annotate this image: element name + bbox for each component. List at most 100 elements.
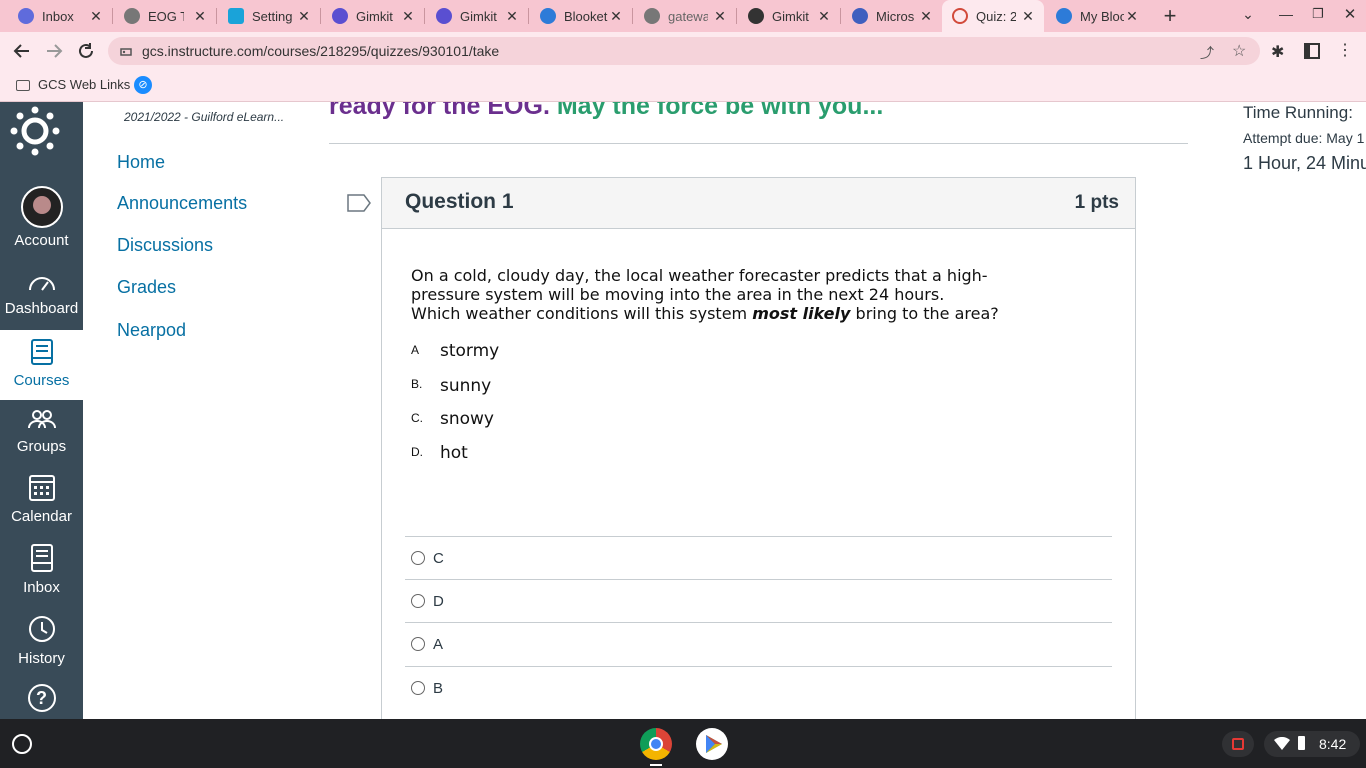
bookmark-star-icon[interactable]: ☆ bbox=[1232, 41, 1248, 60]
choice-letter: B. bbox=[411, 377, 423, 391]
system-tray[interactable]: 8:42 bbox=[1264, 731, 1360, 757]
banner-text-purple: ready for the EOG. bbox=[329, 102, 550, 120]
close-tab-icon[interactable]: ✕ bbox=[816, 8, 832, 24]
chrome-icon[interactable] bbox=[640, 728, 672, 760]
close-tab-icon[interactable]: ✕ bbox=[1124, 8, 1140, 24]
tab-eog[interactable]: EOG Te ✕ bbox=[114, 0, 216, 32]
tab-gateway[interactable]: gatewa ✕ bbox=[634, 0, 736, 32]
tab-title: Gimkit bbox=[356, 8, 393, 24]
global-nav-calendar[interactable]: Calendar bbox=[0, 472, 83, 538]
course-nav-home[interactable]: Home bbox=[117, 152, 165, 173]
global-nav-account[interactable]: Account bbox=[0, 186, 83, 252]
side-panel-icon[interactable] bbox=[1304, 43, 1320, 59]
share-icon[interactable]: ⤴ bbox=[1200, 43, 1216, 61]
site-info-icon[interactable] bbox=[120, 45, 132, 57]
answer-label: D bbox=[433, 592, 444, 610]
groups-icon bbox=[27, 410, 56, 429]
choice-text: stormy bbox=[440, 341, 500, 361]
play-store-icon[interactable] bbox=[696, 728, 728, 760]
microsoft-icon bbox=[852, 8, 868, 24]
menu-dots-icon[interactable]: ⋮ bbox=[1337, 40, 1353, 62]
radio-button[interactable] bbox=[411, 637, 425, 651]
tab-my-blooket[interactable]: My Bloo ✕ bbox=[1046, 0, 1148, 32]
global-nav-courses[interactable]: Courses bbox=[0, 330, 83, 400]
answer-option[interactable]: B bbox=[405, 666, 1112, 709]
back-arrow-icon[interactable] bbox=[8, 37, 36, 65]
radio-button[interactable] bbox=[411, 594, 425, 608]
address-bar[interactable]: gcs.instructure.com/courses/218295/quizz… bbox=[108, 37, 1260, 65]
close-tab-icon[interactable]: ✕ bbox=[296, 8, 312, 24]
answer-option[interactable]: C bbox=[405, 536, 1112, 579]
close-window-icon[interactable]: ✕ bbox=[1340, 5, 1360, 25]
canvas-logo-icon[interactable] bbox=[10, 106, 60, 156]
question-stem-line: On a cold, cloudy day, the local weather… bbox=[411, 266, 988, 285]
close-tab-icon[interactable]: ✕ bbox=[504, 8, 520, 24]
tab-blooket[interactable]: Blooket ✕ bbox=[530, 0, 632, 32]
launcher-icon[interactable] bbox=[12, 734, 32, 754]
tab-gimkit-1[interactable]: Gimkit ✕ bbox=[322, 0, 424, 32]
tab-quiz-active[interactable]: Quiz: 2 ✕ bbox=[942, 0, 1044, 32]
active-app-indicator bbox=[650, 764, 662, 766]
close-tab-icon[interactable]: ✕ bbox=[400, 8, 416, 24]
question-stem: On a cold, cloudy day, the local weather… bbox=[411, 266, 999, 323]
tab-gimkit-2[interactable]: Gimkit ✕ bbox=[426, 0, 528, 32]
global-nav-label: Inbox bbox=[23, 579, 60, 596]
answer-option[interactable]: A bbox=[405, 622, 1112, 665]
tab-title: gatewa bbox=[668, 8, 708, 24]
question-header: Question 1 1 pts bbox=[382, 178, 1135, 229]
tab-separator bbox=[320, 8, 321, 24]
restore-icon[interactable]: ❐ bbox=[1308, 6, 1328, 26]
choice-text: snowy bbox=[440, 409, 494, 429]
choice-text: sunny bbox=[440, 376, 492, 396]
blooket-icon bbox=[228, 8, 244, 24]
compass-icon[interactable]: ⊘ bbox=[134, 76, 152, 94]
extensions-puzzle-icon[interactable]: ✱ bbox=[1271, 42, 1289, 61]
tab-search-chevron-down-icon[interactable]: ⌄ bbox=[1238, 6, 1258, 26]
tab-separator bbox=[736, 8, 737, 24]
inbox-icon bbox=[30, 544, 53, 572]
clock-time: 8:42 bbox=[1319, 736, 1347, 752]
quiz-banner: ready for the EOG. May the force be with… bbox=[329, 102, 1189, 122]
global-nav-label: Calendar bbox=[11, 508, 72, 525]
global-navigation: Account Dashboard Courses Groups Calenda… bbox=[0, 102, 83, 719]
close-tab-icon[interactable]: ✕ bbox=[918, 8, 934, 24]
close-tab-icon[interactable]: ✕ bbox=[608, 8, 624, 24]
globe-icon bbox=[644, 8, 660, 24]
close-tab-icon[interactable]: ✕ bbox=[88, 8, 104, 24]
radio-button[interactable] bbox=[411, 551, 425, 565]
course-nav-discussions[interactable]: Discussions bbox=[117, 235, 213, 256]
record-icon bbox=[1232, 738, 1244, 750]
question-points: 1 pts bbox=[1074, 192, 1119, 213]
tab-settings[interactable]: Setting ✕ bbox=[218, 0, 320, 32]
question-stem-text: bring to the area? bbox=[855, 304, 999, 323]
global-nav-label: History bbox=[18, 650, 65, 667]
global-nav-help[interactable]: ? bbox=[0, 684, 83, 718]
close-tab-icon[interactable]: ✕ bbox=[712, 8, 728, 24]
new-tab-icon[interactable]: + bbox=[1158, 4, 1182, 28]
screen-capture-button[interactable] bbox=[1222, 731, 1254, 757]
forward-arrow-icon[interactable] bbox=[40, 37, 68, 65]
tab-strip: Inbox ✕ EOG Te ✕ Setting ✕ Gimkit ✕ Gimk… bbox=[0, 0, 1366, 32]
tab-gimkit-3[interactable]: Gimkit ✕ bbox=[738, 0, 840, 32]
tab-title: Gimkit bbox=[460, 8, 497, 24]
bookmark-gcs-web-links[interactable]: GCS Web Links bbox=[38, 77, 130, 92]
global-nav-groups[interactable]: Groups bbox=[0, 408, 83, 468]
flag-question-icon[interactable] bbox=[347, 194, 371, 212]
answer-option[interactable]: D bbox=[405, 579, 1112, 622]
course-nav-grades[interactable]: Grades bbox=[117, 277, 176, 298]
course-nav-nearpod[interactable]: Nearpod bbox=[117, 320, 186, 341]
global-nav-label: Account bbox=[14, 232, 69, 249]
close-tab-icon[interactable]: ✕ bbox=[192, 8, 208, 24]
global-nav-inbox[interactable]: Inbox bbox=[0, 543, 83, 609]
tab-microsoft[interactable]: Micros ✕ bbox=[842, 0, 942, 32]
tab-inbox[interactable]: Inbox ✕ bbox=[8, 0, 112, 32]
reload-icon[interactable] bbox=[72, 37, 100, 65]
tab-separator bbox=[112, 8, 113, 24]
radio-button[interactable] bbox=[411, 681, 425, 695]
tab-separator bbox=[528, 8, 529, 24]
global-nav-history[interactable]: History bbox=[0, 614, 83, 680]
close-tab-icon[interactable]: ✕ bbox=[1020, 8, 1036, 24]
global-nav-dashboard[interactable]: Dashboard bbox=[0, 270, 83, 330]
course-nav-announcements[interactable]: Announcements bbox=[117, 193, 247, 214]
minimize-icon[interactable]: — bbox=[1276, 6, 1296, 26]
